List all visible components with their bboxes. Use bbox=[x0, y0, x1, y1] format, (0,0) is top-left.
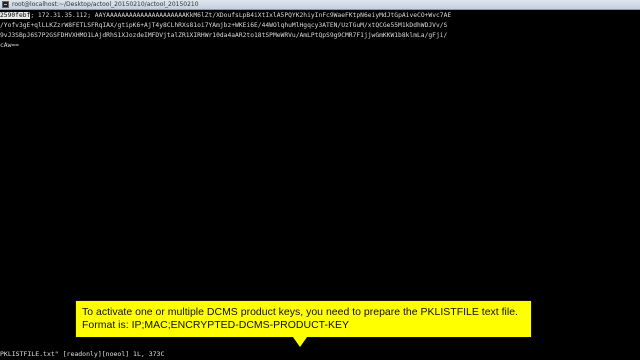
file-line: 9vJ3SBpJ6S7P2GSFDHVXHMO1LAjdRhS1XJozdeIM… bbox=[0, 32, 448, 39]
callout-pointer bbox=[293, 337, 307, 347]
callout-line-1: To activate one or multiple DCMS product… bbox=[82, 306, 518, 318]
terminal-content[interactable]: 2590febf; 172.31.35.112; AAYAAAAAAAAAAAA… bbox=[0, 11, 640, 347]
file-line: 2590febf; 172.31.35.112; AAYAAAAAAAAAAAA… bbox=[0, 11, 640, 21]
window-title: root@localhost:~/Desktop/actool_20150210… bbox=[12, 1, 199, 8]
tutorial-callout: To activate one or multiple DCMS product… bbox=[75, 300, 532, 338]
file-line-text: ; 172.31.35.112; AAYAAAAAAAAAAAAAAAAAAAA… bbox=[30, 12, 452, 19]
file-line: cAw== bbox=[0, 42, 19, 49]
callout-line-2: Format is: IP;MAC;ENCRYPTED-DCMS-PRODUCT… bbox=[82, 319, 349, 331]
terminal-icon bbox=[2, 1, 9, 8]
file-line: /Yofv3gE+qlLLKZzrW8FETLSFRqIAX/gtipK6+Aj… bbox=[0, 22, 448, 29]
selected-text: 2590febf bbox=[0, 12, 31, 19]
window-title-bar[interactable]: root@localhost:~/Desktop/actool_20150210… bbox=[0, 0, 640, 10]
vim-status-line: PKLISTFILE.txt" [readonly][noeol] 1L, 37… bbox=[0, 350, 165, 358]
